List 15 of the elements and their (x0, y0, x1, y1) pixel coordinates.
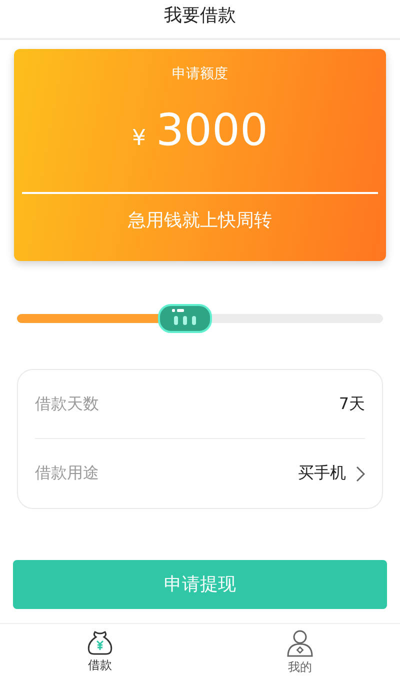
user-icon (286, 629, 314, 657)
money-bag-icon (86, 629, 114, 655)
currency-symbol: ¥ (132, 126, 146, 151)
detail-value[interactable]: 买手机 (298, 463, 346, 484)
slogan: 急用钱就上快周转 (128, 208, 272, 232)
detail-value: 7天 (338, 394, 365, 415)
slider-handle[interactable] (158, 304, 212, 334)
page-title: 我要借款 (164, 4, 236, 27)
amount-value: 3000 (156, 104, 268, 156)
detail-label: 借款天数 (35, 394, 100, 415)
amount-label: 申请额度 (172, 64, 228, 83)
chevron-right-icon (356, 466, 365, 482)
tab[interactable]: 借款 (0, 624, 200, 676)
detail-label: 借款用途 (35, 463, 100, 484)
tab[interactable]: 我的 (200, 624, 400, 676)
